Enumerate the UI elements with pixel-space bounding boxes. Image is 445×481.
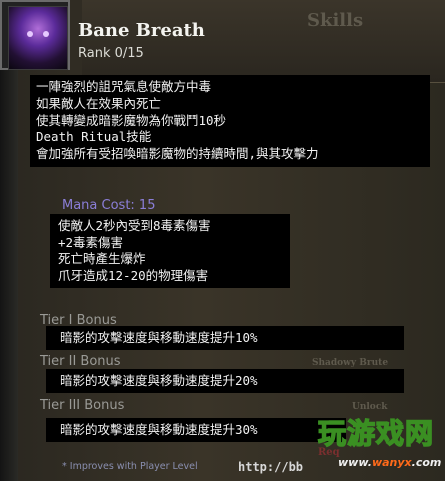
site-watermark-logo: 玩游戏网: [317, 416, 435, 451]
effect-line: 死亡時產生爆炸: [58, 251, 146, 267]
wraith-portrait-icon: [8, 6, 68, 70]
watermark-url-partial: http://bb: [238, 460, 304, 474]
url-brand: wanyx: [371, 456, 412, 469]
tier-3-label: Tier III Bonus: [40, 398, 125, 413]
site-watermark-url: www.wanyx.com: [338, 456, 441, 469]
tier-2-bonus: 暗影的攻擊速度與移動速度提升20%: [46, 369, 404, 393]
description-line: 使其轉變成暗影魔物為你戰鬥10秒: [36, 112, 227, 128]
effect-line: +2毒素傷害: [58, 234, 124, 250]
url-prefix: www.: [338, 456, 372, 469]
description-line: 一陣強烈的詛咒氣息使敵方中毒: [36, 79, 212, 94]
skill-rank: Rank 0/15: [78, 46, 144, 61]
skill-icon-frame: [0, 0, 70, 70]
unlock-ghost-text: Unlock: [352, 402, 388, 412]
skills-header-text: Skills: [307, 10, 364, 31]
left-eye: [27, 31, 33, 37]
tier-3-bonus: 暗影的攻擊速度與移動速度提升30%: [46, 418, 346, 442]
left-panel-edge: [0, 70, 18, 481]
shadowy-brute-ghost-text: Shadowy Brute: [312, 358, 389, 368]
right-eye: [43, 31, 49, 37]
skill-title: Bane Breath: [78, 20, 205, 41]
url-suffix: .com: [411, 456, 442, 469]
effect-line: 使敵人2秒內受到8毒素傷害: [58, 218, 211, 233]
description-line: 如果敵人在效果內死亡: [36, 95, 162, 111]
description-line: Death Ritual技能: [36, 129, 152, 145]
mana-cost: Mana Cost: 15: [62, 198, 156, 213]
skill-effects: 使敵人2秒內受到8毒素傷害 +2毒素傷害 死亡時產生爆炸 爪牙造成12-20的物…: [50, 214, 290, 289]
skill-description: 一陣強烈的詛咒氣息使敵方中毒 如果敵人在效果內死亡 使其轉變成暗影魔物為你戰鬥1…: [30, 75, 430, 167]
skills-panel-header: Skills: [82, 0, 445, 83]
tier-2-label: Tier II Bonus: [40, 354, 121, 369]
effect-line: 爪牙造成12-20的物理傷害: [58, 267, 209, 283]
description-line: 會加強所有受招喚暗影魔物的持續時間,與其攻擊力: [36, 146, 319, 162]
improves-note: * Improves with Player Level: [62, 461, 198, 472]
tier-1-bonus: 暗影的攻擊速度與移動速度提升10%: [46, 326, 404, 350]
